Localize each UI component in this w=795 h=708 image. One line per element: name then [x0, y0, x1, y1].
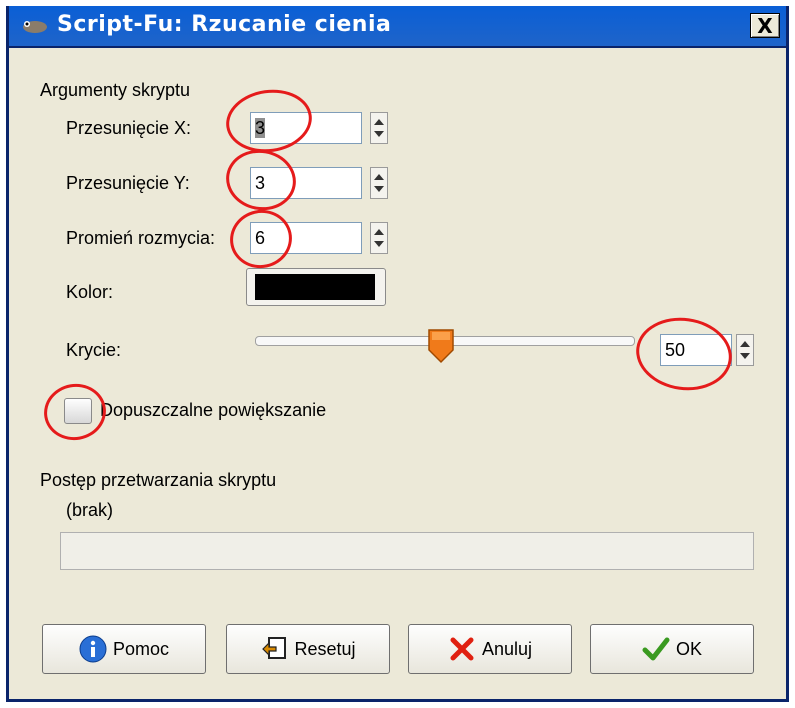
- spin-down-icon[interactable]: [374, 186, 384, 192]
- spin-up-icon[interactable]: [374, 174, 384, 180]
- offset-x-label: Przesunięcie X:: [66, 118, 192, 138]
- opacity-label: Krycie:: [66, 340, 122, 360]
- help-button-label: Pomoc: [112, 638, 170, 659]
- cancel-icon: [450, 637, 474, 661]
- progress-status: (brak): [66, 500, 114, 520]
- offset-y-spinner[interactable]: [370, 167, 388, 199]
- spin-down-icon[interactable]: [374, 131, 384, 137]
- color-picker-button[interactable]: [246, 268, 386, 306]
- ok-button[interactable]: OK: [590, 624, 754, 674]
- spin-up-icon[interactable]: [374, 229, 384, 235]
- close-button[interactable]: X: [750, 13, 780, 38]
- checkmark-icon: [642, 637, 670, 661]
- spin-down-icon[interactable]: [740, 353, 750, 359]
- blur-radius-label: Promień rozmycia:: [66, 228, 216, 248]
- cancel-button-label: Anuluj: [481, 638, 533, 659]
- offset-y-label: Przesunięcie Y:: [66, 173, 190, 193]
- opacity-spinner[interactable]: [736, 334, 754, 366]
- ok-button-label: OK: [675, 638, 702, 659]
- allow-resize-label[interactable]: Dopuszczalne powiększanie: [100, 400, 326, 421]
- revert-icon: [262, 637, 287, 659]
- args-section-label: Argumenty skryptu: [40, 80, 191, 100]
- info-icon: [79, 635, 107, 663]
- spin-up-icon[interactable]: [374, 119, 384, 125]
- progress-heading: Postęp przetwarzania skryptu: [40, 470, 277, 490]
- gimp-logo-icon: [23, 21, 47, 33]
- title-bar[interactable]: Script-Fu: Rzucanie cienia X: [9, 6, 786, 48]
- opacity-slider-thumb[interactable]: [426, 328, 456, 364]
- progress-bar: [60, 532, 754, 570]
- reset-button-label: Resetuj: [294, 638, 356, 659]
- blur-radius-spinner[interactable]: [370, 222, 388, 254]
- reset-button[interactable]: Resetuj: [226, 624, 390, 674]
- color-label: Kolor:: [66, 282, 114, 302]
- window-title: Script-Fu: Rzucanie cienia: [57, 12, 392, 37]
- spin-up-icon[interactable]: [740, 341, 750, 347]
- offset-x-spinner[interactable]: [370, 112, 388, 144]
- help-button[interactable]: Pomoc: [42, 624, 206, 674]
- cancel-button[interactable]: Anuluj: [408, 624, 572, 674]
- spin-down-icon[interactable]: [374, 241, 384, 247]
- color-swatch: [255, 274, 375, 300]
